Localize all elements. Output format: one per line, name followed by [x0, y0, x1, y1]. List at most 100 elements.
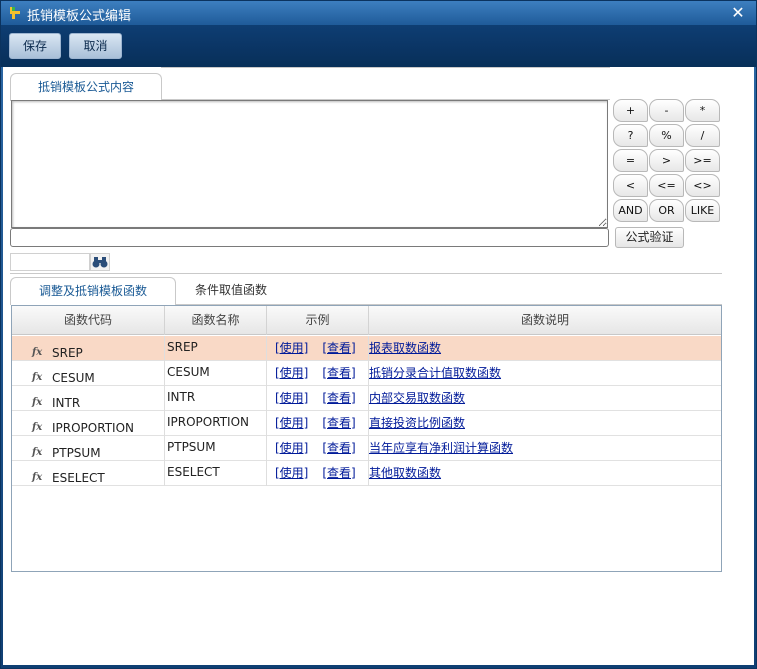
operator-button[interactable]: OR	[649, 199, 684, 222]
function-desc-link[interactable]: 直接投资比例函数	[369, 416, 465, 430]
tab-top-border	[161, 67, 610, 68]
app-logo-icon	[10, 7, 20, 19]
function-desc-link[interactable]: 当年应享有净利润计算函数	[369, 441, 513, 455]
cell-code: fx ESELECT	[12, 461, 165, 486]
view-link[interactable]: [查看]	[322, 366, 355, 380]
function-name: ESELECT	[165, 461, 267, 486]
function-name: SREP	[165, 336, 267, 361]
header-example[interactable]: 示例	[267, 306, 369, 335]
function-grid: 函数代码 函数名称 示例 函数说明 fx SREP SREP [使用] [查看] 报表取数…	[11, 305, 722, 572]
dialog-window: 抵销模板公式编辑 ✕ 保存 取消 抵销模板公式内容 + - *?% / = > >= < <= <…	[0, 0, 757, 669]
cell-example: [使用] [查看]	[267, 336, 369, 361]
function-name: CESUM	[165, 361, 267, 386]
formula-editor[interactable]	[11, 100, 608, 228]
cell-desc: 报表取数函数	[369, 336, 721, 361]
use-link[interactable]: [使用]	[275, 416, 308, 430]
view-link[interactable]: [查看]	[322, 416, 355, 430]
fx-icon: fx	[32, 422, 43, 433]
function-code: ESELECT	[52, 471, 105, 485]
cell-example: [使用] [查看]	[267, 386, 369, 411]
binoculars-icon	[92, 257, 108, 268]
header-name[interactable]: 函数名称	[165, 306, 267, 335]
function-name: IPROPORTION	[165, 411, 267, 436]
use-link[interactable]: [使用]	[275, 391, 308, 405]
function-desc-link[interactable]: 抵销分录合计值取数函数	[369, 366, 501, 380]
use-link[interactable]: [使用]	[275, 341, 308, 355]
formula-check-input[interactable]	[10, 228, 609, 247]
table-row[interactable]: fx SREP SREP [使用] [查看] 报表取数函数	[12, 336, 721, 361]
operator-button[interactable]: <=	[649, 174, 684, 197]
function-code: IPROPORTION	[52, 421, 134, 435]
function-name: INTR	[165, 386, 267, 411]
use-link[interactable]: [使用]	[275, 466, 308, 480]
tab-adjust-functions[interactable]: 调整及抵销模板函数	[10, 277, 176, 305]
title-bar: 抵销模板公式编辑 ✕	[1, 1, 756, 25]
operator-button[interactable]: <>	[685, 174, 720, 197]
operator-button[interactable]: +	[613, 99, 648, 122]
operator-button[interactable]: *	[685, 99, 720, 122]
fx-icon: fx	[32, 372, 43, 383]
cell-desc: 直接投资比例函数	[369, 411, 721, 436]
search-input[interactable]	[10, 253, 90, 271]
fx-icon: fx	[32, 347, 43, 358]
table-row[interactable]: fx INTR INTR [使用] [查看] 内部交易取数函数	[12, 386, 721, 411]
cell-desc: 当年应享有净利润计算函数	[369, 436, 721, 461]
view-link[interactable]: [查看]	[322, 391, 355, 405]
operator-button[interactable]: <	[613, 174, 648, 197]
window-title: 抵销模板公式编辑	[27, 9, 132, 24]
cell-example: [使用] [查看]	[267, 361, 369, 386]
table-row[interactable]: fx CESUM CESUM [使用] [查看] 抵销分录合计值取数函数	[12, 361, 721, 386]
view-link[interactable]: [查看]	[322, 441, 355, 455]
function-desc-link[interactable]: 其他取数函数	[369, 466, 441, 480]
cell-code: fx CESUM	[12, 361, 165, 386]
operator-button[interactable]: -	[649, 99, 684, 122]
fx-icon: fx	[32, 397, 43, 408]
cell-example: [使用] [查看]	[267, 411, 369, 436]
toolbar: 保存 取消	[1, 25, 756, 67]
table-row[interactable]: fx IPROPORTION IPROPORTION [使用] [查看] 直接投资比例函数	[12, 411, 721, 436]
function-desc-link[interactable]: 报表取数函数	[369, 341, 441, 355]
operator-button[interactable]: >	[649, 149, 684, 172]
fx-icon: fx	[32, 447, 43, 458]
header-desc[interactable]: 函数说明	[369, 306, 721, 335]
cell-example: [使用] [查看]	[267, 461, 369, 486]
operator-button[interactable]: LIKE	[685, 199, 720, 222]
cell-example: [使用] [查看]	[267, 436, 369, 461]
function-code: INTR	[52, 396, 81, 410]
tab-condition-functions[interactable]: 条件取值函数	[183, 277, 279, 305]
operator-button[interactable]: /	[685, 124, 720, 147]
function-desc-link[interactable]: 内部交易取数函数	[369, 391, 465, 405]
operator-button[interactable]: =	[613, 149, 648, 172]
cell-code: fx SREP	[12, 336, 165, 361]
cell-desc: 其他取数函数	[369, 461, 721, 486]
cancel-button[interactable]: 取消	[69, 33, 122, 59]
header-code[interactable]: 函数代码	[12, 306, 165, 335]
operator-button[interactable]: %	[649, 124, 684, 147]
cell-desc: 内部交易取数函数	[369, 386, 721, 411]
verify-formula-button[interactable]: 公式验证	[615, 227, 684, 248]
tab-formula-content[interactable]: 抵销模板公式内容	[10, 73, 162, 101]
cell-desc: 抵销分录合计值取数函数	[369, 361, 721, 386]
function-name: PTPSUM	[165, 436, 267, 461]
function-code: SREP	[52, 346, 83, 360]
cell-code: fx PTPSUM	[12, 436, 165, 461]
operator-button[interactable]: ?	[613, 124, 648, 147]
close-icon[interactable]: ✕	[726, 3, 750, 23]
use-link[interactable]: [使用]	[275, 441, 308, 455]
table-row[interactable]: fx PTPSUM PTPSUM [使用] [查看] 当年应享有净利润计算函数	[12, 436, 721, 461]
main-panel: 抵销模板公式内容 + - *?% / = > >= < <= <> AND OR LIKE 公式验证 调…	[3, 67, 754, 665]
grid-header: 函数代码 函数名称 示例 函数说明	[12, 306, 721, 335]
view-link[interactable]: [查看]	[322, 466, 355, 480]
func-tab-top	[10, 273, 722, 274]
cell-code: fx IPROPORTION	[12, 411, 165, 436]
cell-code: fx INTR	[12, 386, 165, 411]
use-link[interactable]: [使用]	[275, 366, 308, 380]
save-button[interactable]: 保存	[9, 33, 61, 59]
operator-button[interactable]: AND	[613, 199, 648, 222]
function-code: PTPSUM	[52, 446, 101, 460]
table-row[interactable]: fx ESELECT ESELECT [使用] [查看] 其他取数函数	[12, 461, 721, 486]
operator-button[interactable]: >=	[685, 149, 720, 172]
view-link[interactable]: [查看]	[322, 341, 355, 355]
search-button[interactable]	[90, 253, 110, 271]
function-code: CESUM	[52, 371, 95, 385]
